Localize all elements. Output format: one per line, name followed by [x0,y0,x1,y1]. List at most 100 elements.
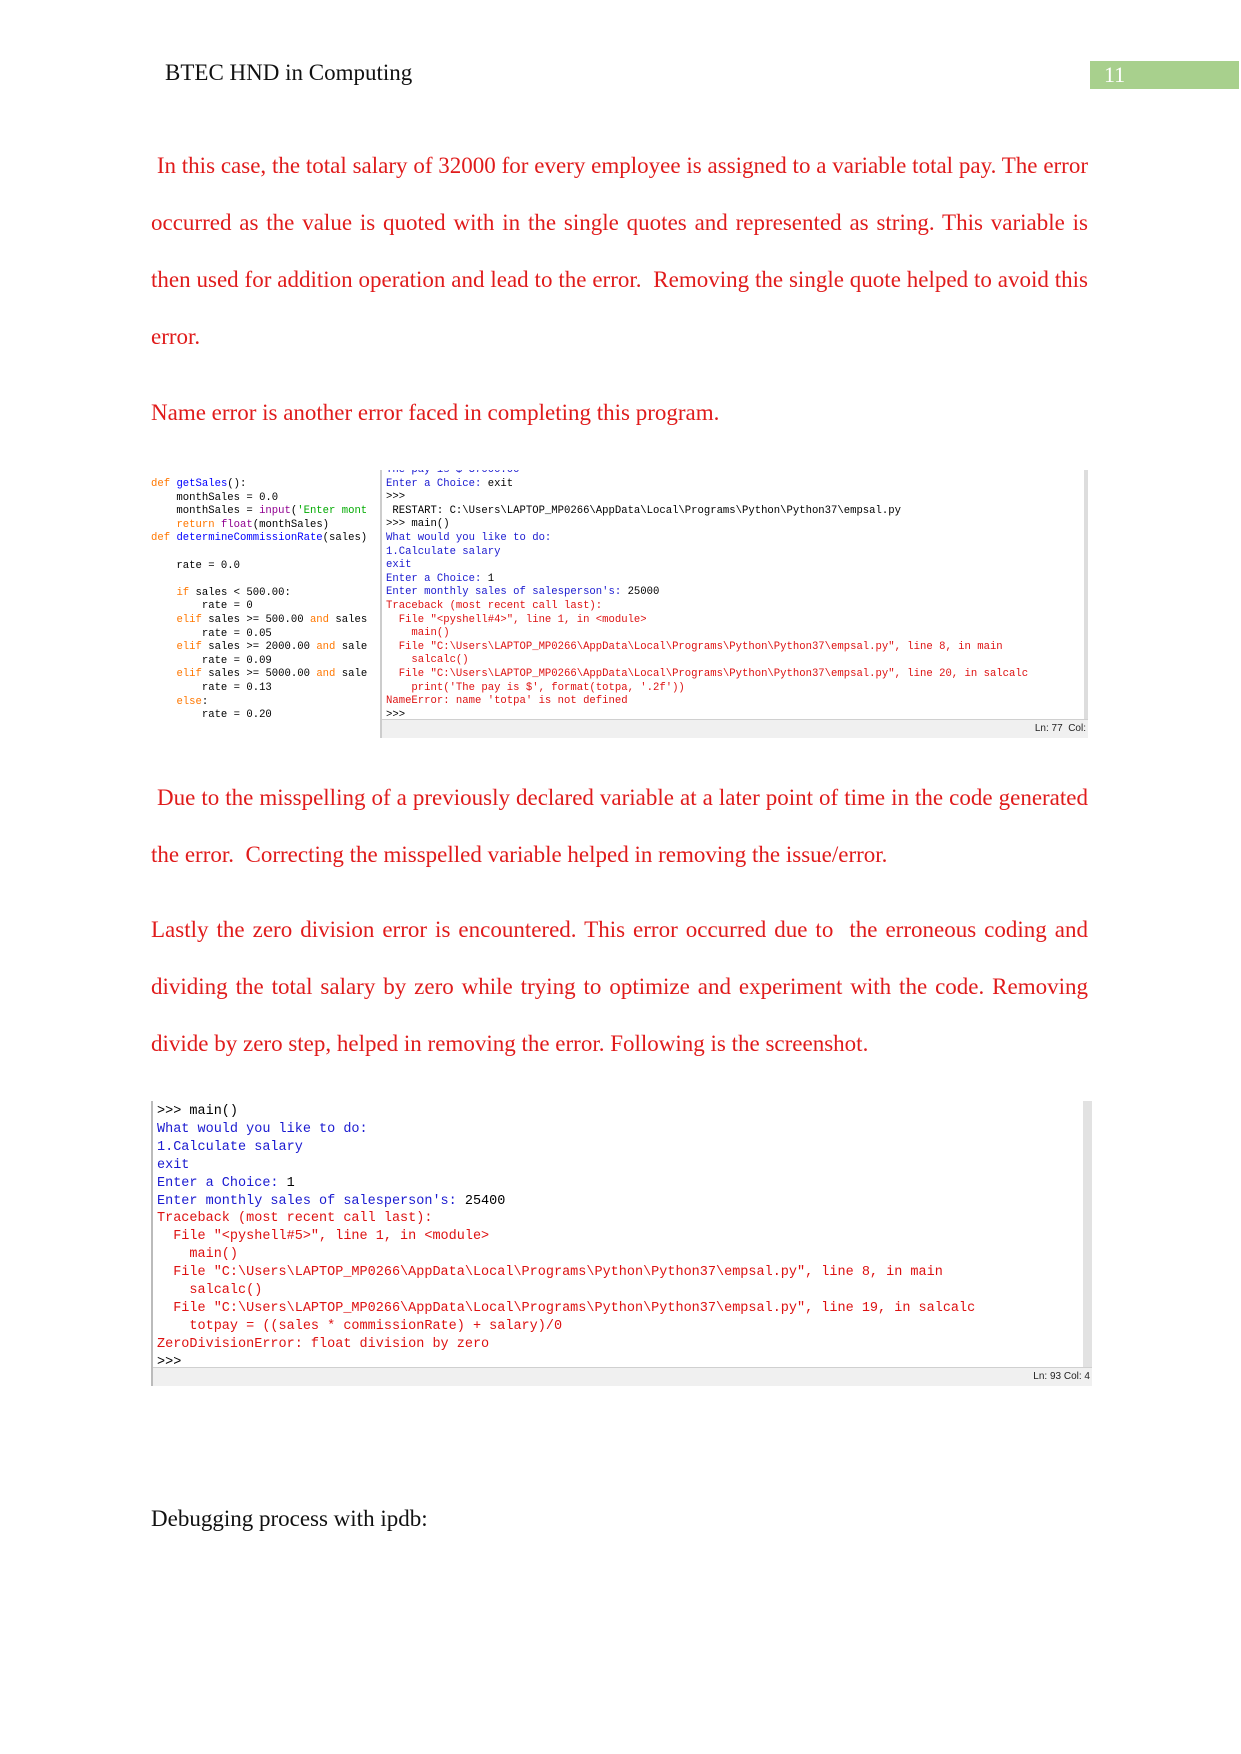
shell-output: The pay is $ 37000.00 Enter a Choice: exi… [386,470,1028,722]
code-line: main() [157,1246,975,1264]
code-line: print('The pay is $', format(totpa, '.2f… [386,682,1028,696]
code-token: (sales) [322,532,368,545]
code-token: getSales [176,478,228,490]
code-token: 25400 [464,1193,506,1209]
code-line: File "C:\Users\LAPTOP_MP0266\AppData\Loc… [157,1264,975,1282]
code-line: elif sales >= 2000.00 and sale [151,641,380,655]
code-token: exit [157,1157,190,1173]
code-token: : [201,695,209,708]
code-token: salcalc() [386,654,469,667]
code-line: monthSales = input('Enter mont [151,505,380,519]
code-line: ​ [151,573,380,587]
code-token: ZeroDivisionError: float division by zer… [157,1336,490,1352]
page-number: 11 [1090,61,1239,89]
code-token: 25000 [627,586,660,599]
code-line: What would you like to do: [157,1121,975,1139]
code-line: exit [386,559,1028,573]
code-line: exit [157,1157,975,1175]
code-token: sales >= 2000.00 [208,641,317,654]
code-token: float [220,518,253,531]
code-token: monthSales = 0.0 [151,491,279,504]
code-token: 1.Calculate salary [157,1139,303,1155]
code-token: main() [157,1247,239,1263]
code-token: sales < 500.00: [195,586,291,599]
paragraph-name-error-intro: Name error is another error faced in com… [151,400,720,425]
code-line: RESTART: C:\Users\LAPTOP_MP0266\AppData\… [386,505,1028,519]
code-token: input [259,505,291,518]
code-token: and [316,668,342,681]
code-line: >>> main() [386,518,1028,532]
code-line: Traceback (most recent call last): [386,600,1028,614]
code-token: What would you like to do: [386,531,552,544]
code-token: salcalc() [157,1283,263,1299]
code-token: Enter monthly sales of salesperson's: [157,1193,465,1209]
code-line: salcalc() [157,1282,975,1300]
code-token: if [176,586,196,599]
code-token: and [316,641,342,654]
code-token: sale [341,641,368,654]
code-line: The pay is $ 37000.00 [386,470,1028,478]
shell-output: >>> main() What would you like to do: 1.Ca… [157,1103,975,1372]
code-token: 'Enter mont [297,505,368,518]
code-line: Enter monthly sales of salesperson's: 25… [157,1193,975,1211]
code-token: rate = 0.20 [151,709,272,722]
code-token: Traceback (most recent call last): [157,1211,433,1227]
code-line: rate = 0.0 [151,560,380,574]
code-token: File "C:\Users\LAPTOP_MP0266\AppData\Loc… [386,667,1029,680]
code-token: The pay is $ 37000.00 [386,470,520,476]
code-token: 1 [286,1175,295,1191]
code-token: sales >= 500.00 [208,613,310,626]
code-token: File "<pyshell#5>", line 1, in <module> [157,1229,490,1245]
code-line: main() [386,627,1028,641]
code-token: >>> main() [157,1104,239,1119]
code-token: print('The pay is $', format(totpa, '.2f… [386,681,685,694]
screenshot-zero-division-error: >>> main() What would you like to do: 1.Ca… [151,1101,1092,1386]
code-token: What would you like to do: [157,1121,368,1137]
paragraph-type-error: In this case, the total salary of 32000 … [151,153,1088,349]
code-token: totpay = ((sales * commissionRate) + sal… [157,1318,563,1334]
code-token: (): [227,478,247,490]
code-line: File "C:\Users\LAPTOP_MP0266\AppData\Loc… [386,641,1028,655]
code-token: Enter a Choice: [157,1175,287,1191]
code-line: File "<pyshell#4>", line 1, in <module> [386,614,1028,628]
code-token: rate = 0.13 [151,681,272,694]
code-line: return float(monthSales) [151,519,380,533]
code-token: elif [176,613,209,626]
code-line: 1.Calculate salary [157,1139,975,1157]
code-token: 1.Calculate salary [386,545,501,558]
code-line: rate = 0.05 [151,628,380,642]
code-token: def [151,532,177,545]
code-line: if sales < 500.00: [151,587,380,601]
code-token: >>> main() [386,518,450,531]
paragraph-zero-division: Lastly the zero division error is encoun… [151,917,1088,1056]
code-line: What would you like to do: [386,532,1028,546]
vertical-scrollbar[interactable] [1084,470,1088,720]
code-line: salcalc() [386,654,1028,668]
code-line: def getSales(): [151,478,380,492]
code-token: rate = 0.09 [151,654,272,667]
code-line: monthSales = 0.0 [151,492,380,506]
code-token: RESTART: C:\Users\LAPTOP_MP0266\AppData\… [386,504,901,517]
code-line: Enter a Choice: 1 [386,573,1028,587]
code-token: sales [335,613,368,626]
code-token: sales >= 5000.00 [208,668,317,681]
screenshot-name-error: def getSales(): monthSales = 0.0 monthSa… [151,470,1090,738]
code-token: Enter a Choice: [386,477,488,490]
code-token: rate = 0.0 [151,559,241,572]
code-line: rate = 0.13 [151,682,380,696]
code-line: >>> [386,491,1028,505]
code-token: (monthSales) [252,518,330,531]
code-token: exit [487,477,514,490]
code-line: >>> main() [157,1103,975,1121]
code-line: Traceback (most recent call last): [157,1210,975,1228]
status-bar: Ln: 77 Col: [382,719,1088,738]
code-line: NameError: name 'totpa' is not defined [386,695,1028,709]
code-token: else [176,695,202,708]
vertical-scrollbar[interactable] [1083,1101,1092,1368]
code-token: elif [176,641,209,654]
paragraph-name-error-explanation: Due to the misspelling of a previously d… [151,785,1088,867]
code-token: 1 [487,572,495,585]
